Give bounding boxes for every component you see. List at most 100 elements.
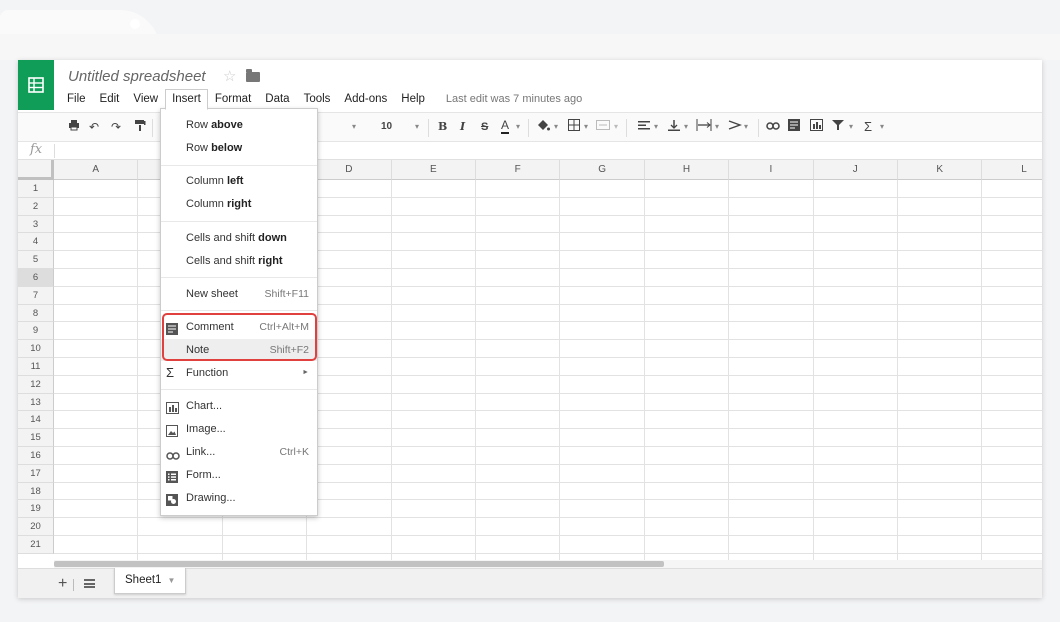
menu-cells-shift-right[interactable]: Cells and shift right bbox=[161, 250, 317, 272]
column-header-a[interactable]: A bbox=[54, 160, 139, 180]
grid-column-line bbox=[137, 180, 139, 560]
horizontal-scrollbar[interactable] bbox=[54, 560, 1042, 568]
italic-button[interactable]: I bbox=[460, 119, 465, 135]
font-dropdown-caret-icon[interactable]: ▾ bbox=[352, 119, 356, 135]
menu-edit[interactable]: Edit bbox=[93, 89, 127, 110]
star-icon[interactable]: ☆ bbox=[223, 67, 236, 85]
text-wrap-icon[interactable] bbox=[696, 119, 712, 135]
menu-drawing[interactable]: Drawing... bbox=[161, 487, 317, 509]
folder-icon[interactable] bbox=[246, 69, 260, 82]
all-sheets-icon[interactable] bbox=[84, 579, 95, 588]
row-header-21[interactable]: 21 bbox=[18, 536, 54, 554]
menu-column-right[interactable]: Column right bbox=[161, 193, 317, 215]
menu-row-above[interactable]: Row above bbox=[161, 114, 317, 136]
merge-cells-icon[interactable] bbox=[596, 119, 610, 135]
column-header-e[interactable]: E bbox=[391, 160, 476, 180]
column-header-k[interactable]: K bbox=[898, 160, 983, 180]
sheets-logo-icon[interactable] bbox=[18, 60, 54, 110]
menu-row-below[interactable]: Row below bbox=[161, 137, 317, 159]
paint-format-icon[interactable] bbox=[134, 119, 146, 136]
add-sheet-button[interactable]: + bbox=[58, 575, 67, 593]
row-header-16[interactable]: 16 bbox=[18, 447, 54, 465]
menu-tools[interactable]: Tools bbox=[297, 89, 338, 110]
menu-addons[interactable]: Add-ons bbox=[337, 89, 394, 110]
row-header-11[interactable]: 11 bbox=[18, 358, 54, 376]
row-header-8[interactable]: 8 bbox=[18, 304, 54, 323]
borders-icon[interactable] bbox=[568, 119, 580, 135]
filter-icon[interactable] bbox=[832, 119, 844, 135]
row-header-4[interactable]: 4 bbox=[18, 233, 54, 252]
row-header-19[interactable]: 19 bbox=[18, 500, 54, 519]
functions-caret-icon[interactable]: ▾ bbox=[880, 119, 884, 135]
column-header-f[interactable]: F bbox=[476, 160, 561, 180]
menu-format[interactable]: Format bbox=[208, 89, 258, 110]
row-header-9[interactable]: 9 bbox=[18, 322, 54, 341]
text-rotation-icon[interactable] bbox=[728, 119, 743, 135]
row-header-14[interactable]: 14 bbox=[18, 411, 54, 430]
column-header-l[interactable]: L bbox=[982, 160, 1042, 180]
insert-comment-icon[interactable] bbox=[788, 119, 800, 135]
select-all-corner[interactable] bbox=[18, 160, 54, 180]
text-color-caret-icon[interactable]: ▾ bbox=[516, 119, 520, 135]
row-header-5[interactable]: 5 bbox=[18, 251, 54, 269]
fill-color-caret-icon[interactable]: ▾ bbox=[554, 119, 558, 135]
column-header-h[interactable]: H bbox=[644, 160, 730, 180]
row-header-18[interactable]: 18 bbox=[18, 482, 54, 501]
menu-new-sheet[interactable]: New sheet Shift+F11 bbox=[161, 283, 317, 305]
menu-cells-shift-down[interactable]: Cells and shift down bbox=[161, 227, 317, 249]
text-color-button[interactable]: A bbox=[501, 119, 510, 134]
scrollbar-thumb[interactable] bbox=[54, 561, 664, 567]
last-edit-status[interactable]: Last edit was 7 minutes ago bbox=[446, 93, 582, 105]
print-icon[interactable] bbox=[68, 119, 80, 135]
font-size-caret-icon[interactable]: ▾ bbox=[415, 119, 419, 135]
insert-chart-icon[interactable] bbox=[810, 119, 823, 135]
row-header-3[interactable]: 3 bbox=[18, 215, 54, 234]
row-header-7[interactable]: 7 bbox=[18, 286, 54, 305]
row-header-1[interactable]: 1 bbox=[18, 180, 54, 198]
column-header-d[interactable]: D bbox=[307, 160, 392, 180]
row-header-17[interactable]: 17 bbox=[18, 464, 54, 483]
menu-file[interactable]: File bbox=[60, 89, 93, 110]
menu-link[interactable]: Link... Ctrl+K bbox=[161, 441, 317, 463]
wrap-caret-icon[interactable]: ▾ bbox=[715, 119, 719, 135]
menu-data[interactable]: Data bbox=[258, 89, 296, 110]
rotation-caret-icon[interactable]: ▾ bbox=[744, 119, 748, 135]
font-size-selector[interactable]: 10 bbox=[381, 119, 392, 135]
filter-caret-icon[interactable]: ▾ bbox=[849, 119, 853, 135]
undo-icon[interactable]: ↶ bbox=[89, 119, 99, 135]
row-header-10[interactable]: 10 bbox=[18, 340, 54, 358]
merge-caret-icon[interactable]: ▾ bbox=[614, 119, 618, 135]
bold-button[interactable]: B bbox=[438, 119, 447, 135]
vertical-align-icon[interactable] bbox=[668, 119, 680, 135]
sheet-caret-icon[interactable]: ▼ bbox=[167, 576, 175, 585]
borders-caret-icon[interactable]: ▾ bbox=[584, 119, 588, 135]
column-header-j[interactable]: J bbox=[813, 160, 898, 180]
valign-caret-icon[interactable]: ▾ bbox=[684, 119, 688, 135]
row-header-20[interactable]: 20 bbox=[18, 518, 54, 536]
functions-icon[interactable]: Σ bbox=[864, 119, 872, 135]
row-header-15[interactable]: 15 bbox=[18, 429, 54, 447]
menu-chart[interactable]: Chart... bbox=[161, 395, 317, 417]
strikethrough-button[interactable]: S bbox=[481, 119, 488, 135]
insert-link-icon[interactable] bbox=[766, 119, 780, 135]
fill-color-icon[interactable] bbox=[536, 119, 550, 136]
row-header-13[interactable]: 13 bbox=[18, 393, 54, 412]
redo-icon[interactable]: ↷ bbox=[111, 119, 121, 135]
menu-image[interactable]: Image... bbox=[161, 418, 317, 440]
column-header-g[interactable]: G bbox=[560, 160, 645, 180]
menu-view[interactable]: View bbox=[126, 89, 165, 110]
sheet-tab[interactable]: Sheet1 ▼ bbox=[114, 568, 187, 594]
menu-help[interactable]: Help bbox=[394, 89, 432, 110]
document-title[interactable]: Untitled spreadsheet bbox=[68, 68, 206, 85]
row-header-12[interactable]: 12 bbox=[18, 375, 54, 394]
row-header-6[interactable]: 6 bbox=[18, 269, 54, 287]
column-header-i[interactable]: I bbox=[729, 160, 814, 180]
menu-insert[interactable]: Insert bbox=[165, 88, 208, 110]
horizontal-align-icon[interactable] bbox=[638, 119, 650, 135]
row-header-2[interactable]: 2 bbox=[18, 197, 54, 216]
halign-caret-icon[interactable]: ▾ bbox=[654, 119, 658, 135]
cells-right-label: Cells and shift bbox=[186, 255, 259, 267]
menu-form[interactable]: Form... bbox=[161, 464, 317, 486]
menu-function[interactable]: Σ Function ► bbox=[161, 362, 317, 384]
menu-column-left[interactable]: Column left bbox=[161, 170, 317, 192]
